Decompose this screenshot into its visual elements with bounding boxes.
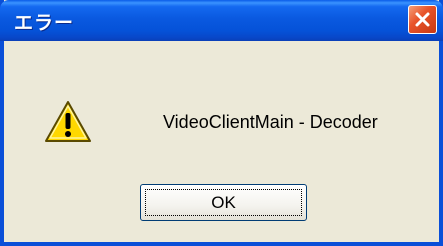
title-bar[interactable]: エラー [0,0,443,41]
close-icon [415,12,430,27]
window-title: エラー [14,12,75,34]
warning-icon [45,101,91,142]
close-button[interactable] [408,5,437,34]
ok-button-label: OK [211,193,236,212]
error-message: VideoClientMain - Decoder [163,112,378,132]
ok-button[interactable]: OK [140,184,307,221]
error-dialog-window: エラー VideoClientMain - Decoder OK [0,0,443,246]
